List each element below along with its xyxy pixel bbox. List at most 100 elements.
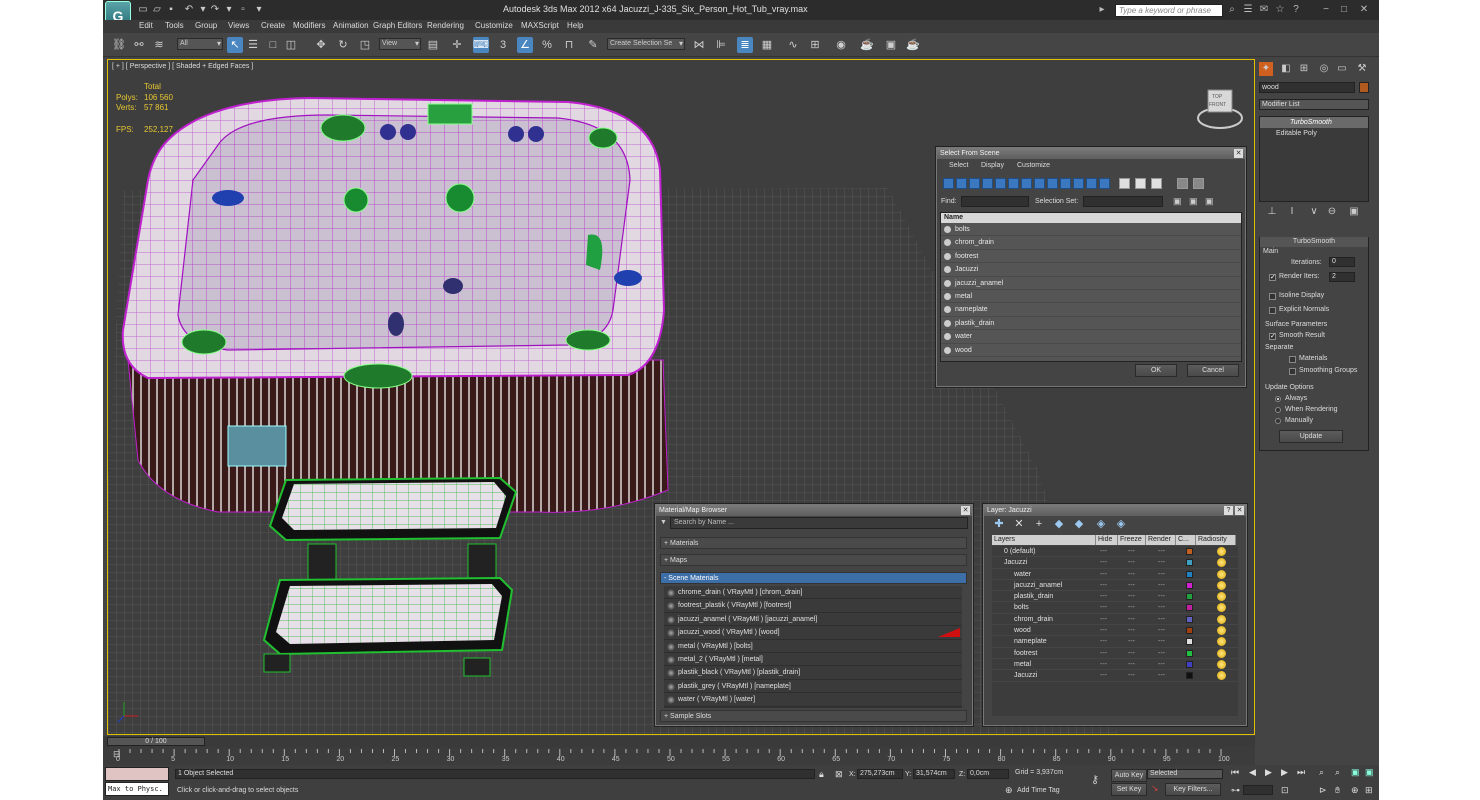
pan-view-icon[interactable]: ✋︎	[1335, 785, 1340, 796]
table-row[interactable]: plastik_drain --- --- ---	[992, 591, 1238, 603]
list-item[interactable]: plastik_grey ( VRayMtl ) [nameplate]	[664, 679, 962, 694]
menu-maxscript[interactable]: MAXScript	[521, 21, 559, 30]
list-item[interactable]: jacuzzi_anamel	[941, 277, 1241, 290]
smoothing-groups-checkbox[interactable]	[1289, 368, 1296, 375]
previous-frame-icon[interactable]: ◀	[1249, 767, 1256, 778]
list-item[interactable]: bolts	[941, 223, 1241, 237]
play-icon[interactable]: ▶	[1265, 767, 1272, 778]
select-in-layer-icon[interactable]: ◆	[1052, 517, 1066, 531]
table-row[interactable]: water --- --- ---	[992, 569, 1238, 580]
layer-toggle[interactable]: ---	[1158, 569, 1165, 580]
layer-color-swatch[interactable]	[1186, 570, 1193, 578]
layer-toggle[interactable]: ---	[1158, 614, 1165, 625]
z-coord-field[interactable]: 0,0cm	[967, 769, 1009, 779]
list-item[interactable]: water	[941, 330, 1241, 344]
zoom-all-icon[interactable]: ⌕	[1335, 767, 1340, 778]
go-to-end-icon[interactable]: ⏭	[1297, 767, 1305, 778]
table-row[interactable]: Jacuzzi --- --- ---	[992, 557, 1238, 569]
layer-toggle[interactable]: ---	[1158, 636, 1165, 647]
filter-hidden-icon[interactable]	[1086, 178, 1097, 189]
current-frame-field[interactable]	[1243, 785, 1273, 795]
layer-toggle[interactable]: ---	[1128, 557, 1135, 568]
track-bar[interactable]: ⊟ 0 5 10 15 20 25 30 35 40 45 50 55 60 65 70 75 80 85 90 95…	[103, 747, 1255, 765]
layer-toggle[interactable]: ---	[1100, 557, 1107, 568]
sync-selection-icon[interactable]: ▣	[1173, 196, 1182, 207]
unlink-icon[interactable]: ⚯	[131, 37, 147, 53]
create-layer-icon[interactable]: ✚	[992, 517, 1006, 531]
select-from-scene-close-icon[interactable]: ✕	[1234, 149, 1243, 158]
layer-color-swatch[interactable]	[1186, 672, 1193, 680]
rollout-title[interactable]: TurboSmooth	[1260, 237, 1368, 247]
manually-radio[interactable]	[1275, 418, 1281, 424]
materials-section[interactable]: + Materials	[660, 537, 967, 549]
filter-containers-icon[interactable]	[1060, 178, 1071, 189]
spinner-snap-icon[interactable]: ⊓	[561, 37, 577, 53]
layer-toggle[interactable]: ---	[1158, 670, 1165, 681]
layer-toggle[interactable]: ---	[1128, 648, 1135, 659]
zoom-extents-icon[interactable]: ▣	[1351, 767, 1360, 778]
show-end-result-icon[interactable]: I	[1285, 205, 1299, 219]
layer-manager-close-icon[interactable]: ✕	[1235, 506, 1244, 515]
radiosity-icon[interactable]	[1217, 637, 1226, 647]
object-color-swatch[interactable]	[1359, 82, 1369, 93]
radiosity-column-header[interactable]: Radiosity	[1196, 535, 1236, 545]
list-item[interactable]: nameplate	[941, 303, 1241, 317]
field-of-view-icon[interactable]: ⊳	[1319, 785, 1327, 796]
select-object-icon[interactable]: ↖	[227, 37, 243, 53]
viewcube[interactable]: TOP FRONT	[1194, 82, 1246, 134]
auto-key-button[interactable]: Auto Key	[1111, 769, 1147, 782]
layer-toggle[interactable]: ---	[1100, 602, 1107, 613]
layer-toggle[interactable]: ---	[1100, 648, 1107, 659]
filter-groups-icon[interactable]	[1021, 178, 1032, 189]
layer-toggle[interactable]: ---	[1100, 569, 1107, 580]
table-row[interactable]: Jacuzzi --- --- ---	[992, 670, 1238, 682]
list-item[interactable]: plastik_drain	[941, 317, 1241, 331]
isoline-display-checkbox[interactable]	[1269, 293, 1276, 300]
zoom-icon[interactable]: ⌕	[1319, 767, 1324, 778]
open-icon[interactable]: ▱	[151, 4, 163, 16]
time-slider-thumb[interactable]: 0 / 100	[107, 737, 205, 746]
menu-customize[interactable]: Customize	[475, 21, 513, 30]
infocenter-search-input[interactable]: Type a keyword or phrase	[1115, 4, 1223, 17]
align-icon[interactable]: ⊫	[713, 37, 729, 53]
table-row[interactable]: nameplate --- --- ---	[992, 636, 1238, 648]
menu-create[interactable]: Create	[261, 21, 285, 30]
find-input[interactable]	[961, 196, 1029, 207]
mirror-icon[interactable]: ⋈	[691, 37, 707, 53]
undo-dropdown-icon[interactable]: ▾	[197, 4, 209, 16]
redo-icon[interactable]: ↷	[209, 4, 221, 16]
select-none-icon[interactable]	[1135, 178, 1146, 189]
list-item[interactable]: chrome_drain ( VRayMtl ) [chrom_drain]	[664, 586, 962, 600]
list-item[interactable]: jacuzzi_anamel ( VRayMtl ) [jacuzzi_anam…	[664, 612, 962, 627]
freeze-column-header[interactable]: Freeze	[1118, 535, 1146, 545]
make-unique-icon[interactable]: ∨	[1307, 205, 1321, 219]
list-item[interactable]: footrest_plastik ( VRayMtl ) [footrest]	[664, 599, 962, 613]
zoom-extents-all-icon[interactable]: ▣	[1365, 767, 1374, 778]
freeze-all-layers-icon[interactable]: ◈	[1114, 517, 1128, 531]
list-item[interactable]: metal ( VRayMtl ) [bolts]	[664, 639, 962, 653]
set-key-tangent-icon[interactable]: ↘	[1151, 783, 1159, 794]
selection-filter-dropdown[interactable]: All	[177, 38, 223, 50]
minimize-icon[interactable]: −	[1319, 3, 1333, 17]
window-crossing-icon[interactable]: ◫	[283, 37, 299, 53]
radiosity-icon[interactable]	[1217, 592, 1226, 602]
when-rendering-radio[interactable]	[1275, 407, 1281, 413]
layer-help-icon[interactable]: ?	[1224, 506, 1233, 515]
orbit-icon[interactable]: ⊕	[1351, 785, 1359, 796]
radiosity-icon[interactable]	[1217, 547, 1226, 556]
remove-modifier-icon[interactable]: ⊖	[1325, 205, 1339, 219]
layer-color-swatch[interactable]	[1186, 593, 1193, 601]
time-tag-icon[interactable]: ⊕	[1005, 785, 1013, 796]
layer-toggle[interactable]: ---	[1158, 648, 1165, 659]
radiosity-icon[interactable]	[1217, 558, 1226, 568]
ref-coord-dropdown[interactable]: View	[379, 38, 421, 50]
menu-graph-editors[interactable]: Graph Editors	[373, 21, 422, 30]
y-coord-field[interactable]: 31,574cm	[913, 769, 955, 779]
add-to-layer-icon[interactable]: +	[1032, 517, 1046, 531]
menu-animation[interactable]: Animation	[333, 21, 369, 30]
layer-toggle[interactable]: ---	[1128, 569, 1135, 580]
next-frame-icon[interactable]: ▶	[1281, 767, 1288, 778]
layer-color-swatch[interactable]	[1186, 548, 1193, 555]
key-filters-button[interactable]: Key Filters...	[1165, 783, 1221, 796]
create-tab-icon[interactable]: ✦	[1259, 62, 1273, 76]
